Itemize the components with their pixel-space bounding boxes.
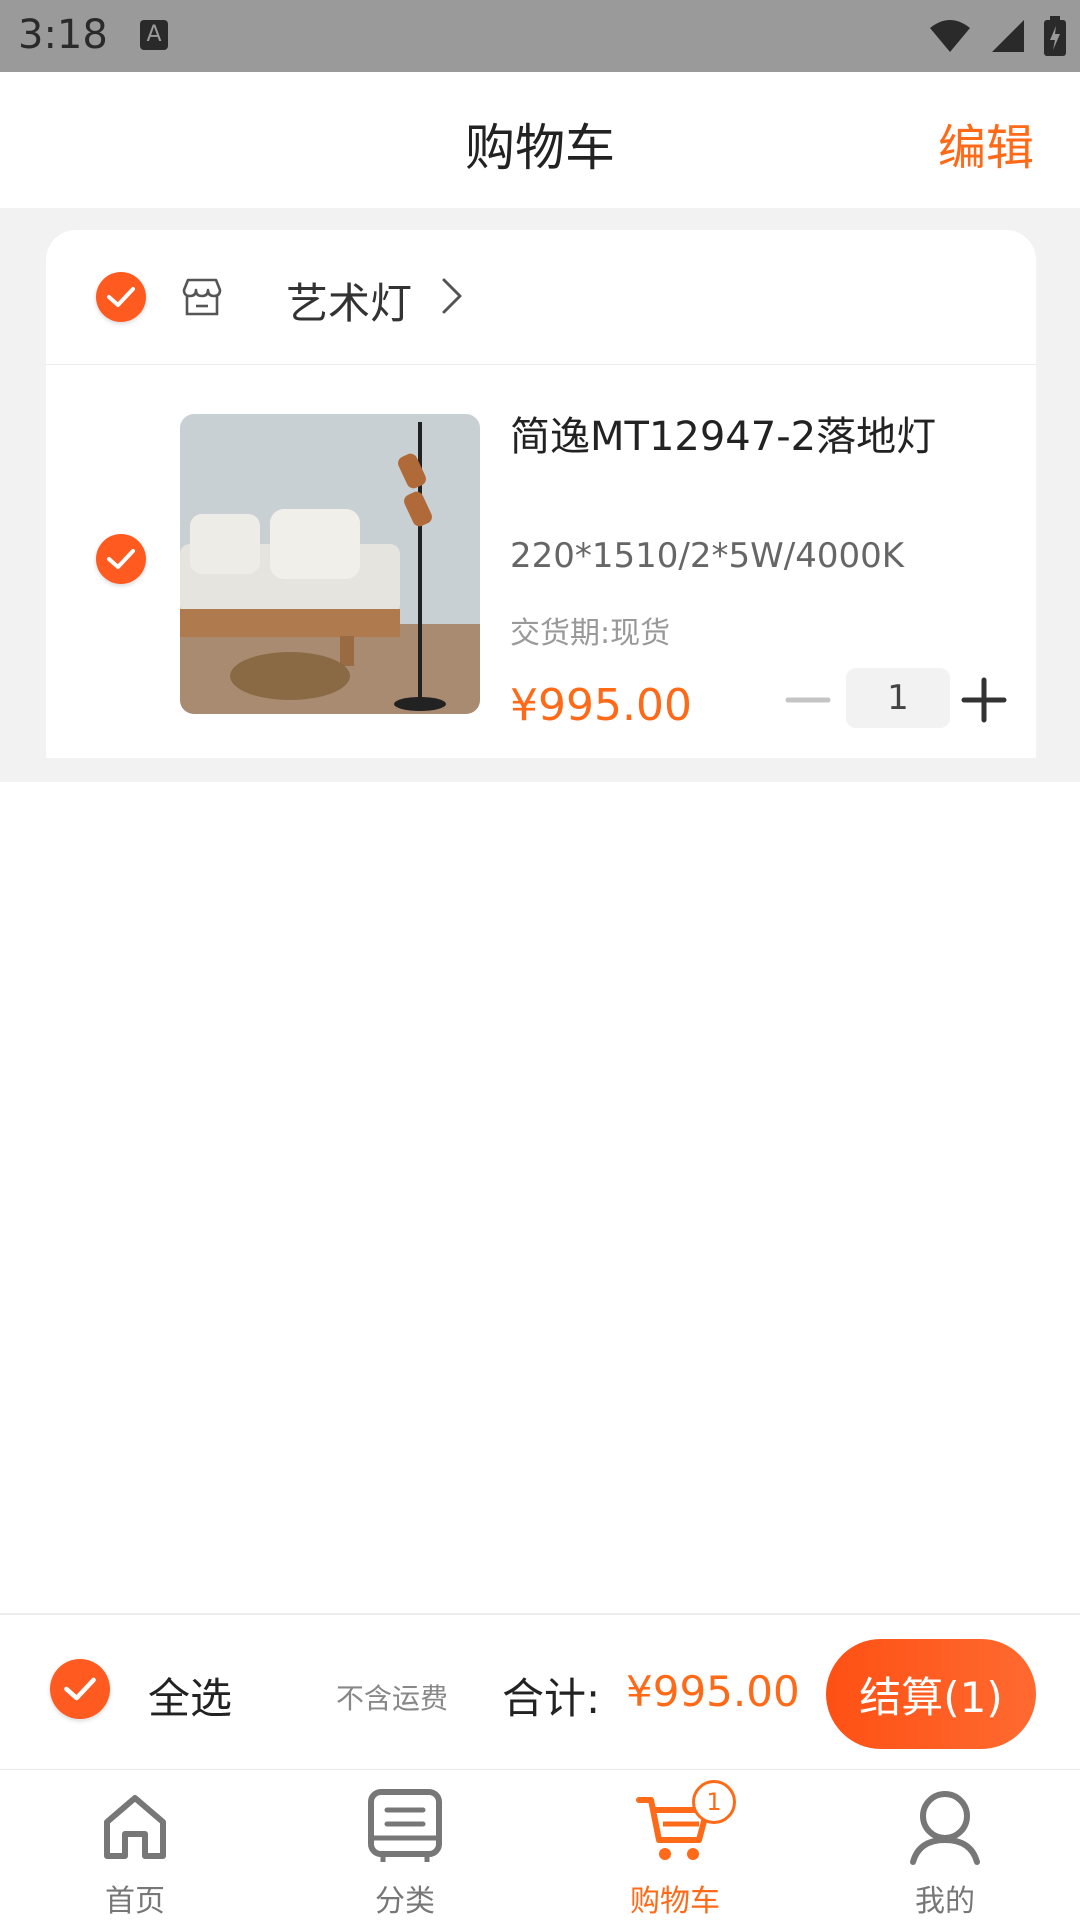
total-label: 合计:	[502, 1674, 601, 1723]
product-title[interactable]: 简逸MT12947-2落地灯	[510, 404, 936, 462]
chevron-right-icon[interactable]	[440, 276, 464, 316]
status-time: 3:18	[18, 12, 108, 58]
minus-icon[interactable]	[784, 682, 832, 718]
tab-profile-label: 我的	[915, 1884, 975, 1919]
cell-signal-icon	[992, 20, 1024, 52]
freight-note: 不含运费	[336, 1682, 449, 1715]
tab-cart[interactable]: 1 购物车	[540, 1770, 810, 1921]
tab-category-label: 分类	[375, 1884, 435, 1919]
cart-item: 简逸MT12947-2落地灯 220*1510/2*5W/4000K 交货期:现…	[46, 364, 1036, 758]
product-price: ¥995.00	[510, 680, 692, 731]
product-image[interactable]	[180, 414, 480, 714]
app-header: 购物车 编辑	[0, 72, 1080, 208]
keyboard-notification-icon: A	[140, 20, 168, 50]
item-check-icon[interactable]	[96, 534, 146, 584]
home-icon	[104, 1795, 166, 1859]
cart-badge: 1	[692, 1780, 736, 1824]
quantity-stepper: 1	[764, 668, 1024, 732]
quantity-value[interactable]: 1	[846, 668, 950, 728]
select-all-check-icon[interactable]	[50, 1659, 110, 1719]
page-title: 购物车	[465, 119, 615, 177]
store-icon	[182, 278, 222, 316]
store-name[interactable]: 艺术灯	[286, 270, 412, 331]
status-icons	[928, 14, 1066, 58]
wifi-icon	[930, 20, 970, 52]
profile-icon	[910, 1791, 980, 1865]
product-delivery: 交货期:现货	[510, 616, 671, 651]
tab-profile[interactable]: 我的	[810, 1770, 1080, 1921]
status-bar: 3:18 A	[0, 0, 1080, 72]
store-row[interactable]: 艺术灯	[46, 230, 1036, 365]
tab-home-label: 首页	[105, 1884, 165, 1919]
tab-home[interactable]: 首页	[0, 1770, 270, 1921]
category-icon	[368, 1789, 442, 1862]
bottom-tab-bar: 首页 分类 1 购物车 我的	[0, 1769, 1080, 1921]
store-check-icon[interactable]	[96, 272, 146, 322]
checkout-bar: 全选 不含运费 合计: ¥995.00 结算(1)	[0, 1613, 1080, 1769]
total-value: ¥995.00	[626, 1667, 800, 1716]
cart-store-card: 艺术灯 简逸MT12947-2落地灯 220*1510/2*5W/4000K 交…	[46, 230, 1036, 758]
edit-button[interactable]: 编辑	[938, 108, 1034, 178]
select-all-label[interactable]: 全选	[148, 1665, 232, 1726]
plus-icon[interactable]	[960, 676, 1008, 724]
tab-category[interactable]: 分类	[270, 1770, 540, 1921]
battery-icon	[1044, 16, 1066, 56]
product-spec: 220*1510/2*5W/4000K	[510, 536, 905, 576]
checkout-button[interactable]: 结算(1)	[826, 1639, 1036, 1749]
tab-cart-label: 购物车	[630, 1884, 720, 1919]
